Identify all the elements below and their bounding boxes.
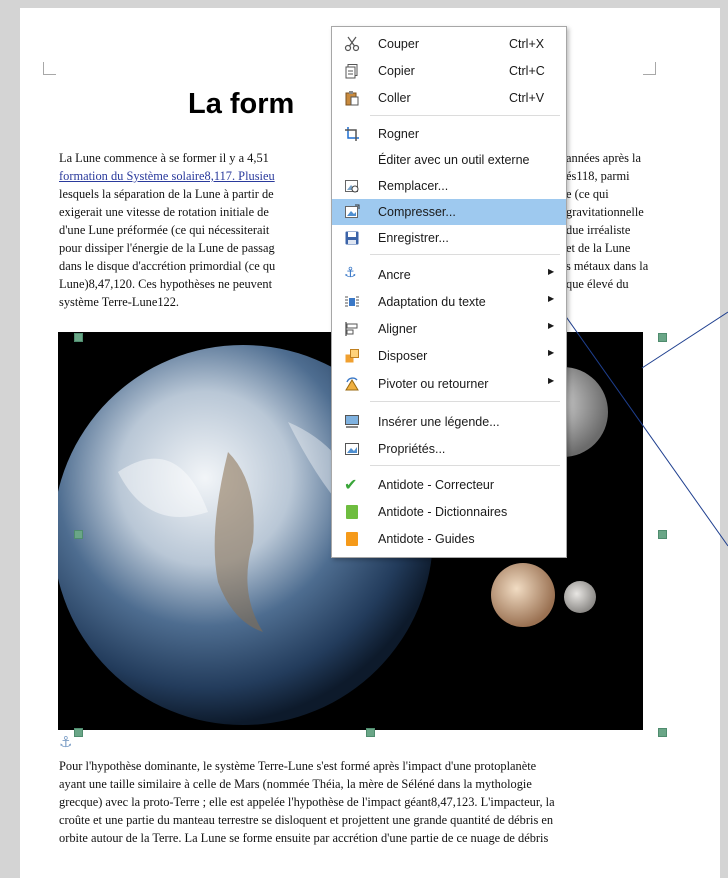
copy-icon	[344, 63, 360, 79]
submenu-arrow-icon: ▶	[548, 348, 555, 357]
arrange-icon	[344, 348, 360, 364]
context-menu: Couper Ctrl+X Copier Ctrl+C Coller Ctrl+…	[331, 26, 567, 558]
replace-image-icon	[344, 178, 360, 194]
menu-item-label: Compresser...	[378, 205, 456, 219]
paste-icon	[344, 90, 360, 106]
menu-item-rotate-flip[interactable]: Pivoter ou retourner ▶	[332, 371, 566, 397]
menu-item-properties[interactable]: Propriétés...	[332, 436, 566, 462]
menu-item-save[interactable]: Enregistrer...	[332, 225, 566, 251]
menu-item-label: Aligner	[378, 322, 417, 336]
menu-item-label: Couper	[378, 37, 419, 51]
menu-item-paste[interactable]: Coller Ctrl+V	[332, 85, 566, 111]
wrap-icon	[344, 294, 360, 310]
menu-item-edit-external[interactable]: Éditer avec un outil externe	[332, 147, 566, 173]
menu-item-cut[interactable]: Couper Ctrl+X	[332, 31, 566, 57]
menu-item-label: Éditer avec un outil externe	[378, 153, 530, 167]
menu-item-align[interactable]: Aligner ▶	[332, 316, 566, 342]
menu-item-label: Antidote - Dictionnaires	[378, 505, 508, 519]
menu-item-label: Enregistrer...	[378, 231, 449, 245]
menu-item-antidote-guides[interactable]: Antidote - Guides	[332, 526, 566, 552]
menu-item-shortcut: Ctrl+V	[509, 91, 545, 105]
submenu-arrow-icon: ▶	[548, 294, 555, 303]
save-icon	[344, 230, 360, 246]
menu-item-text-wrap[interactable]: Adaptation du texte ▶	[332, 289, 566, 315]
menu-item-label: Disposer	[378, 349, 428, 363]
text-line: croûte et une partie du manteau terrestr…	[59, 813, 554, 827]
menu-item-anchor[interactable]: ⚓ Ancre ▶	[332, 262, 566, 288]
menu-item-compress[interactable]: Compresser...	[332, 199, 566, 225]
menu-item-label: Antidote - Guides	[378, 532, 475, 546]
menu-separator	[370, 465, 560, 466]
rotate-icon	[344, 376, 360, 392]
menu-separator	[370, 254, 560, 255]
caption-icon	[344, 414, 360, 430]
crop-icon	[344, 126, 360, 142]
menu-item-copy[interactable]: Copier Ctrl+C	[332, 58, 566, 84]
paragraph-2: Pour l'hypothèse dominante, le système T…	[59, 757, 555, 847]
menu-item-shortcut: Ctrl+X	[509, 37, 545, 51]
text-line: orbite autour de la Terre. La Lune se fo…	[59, 831, 549, 845]
compress-icon	[344, 204, 360, 220]
menu-separator	[370, 401, 560, 402]
menu-item-label: Insérer une légende...	[378, 415, 500, 429]
menu-item-shortcut: Ctrl+C	[509, 64, 545, 78]
menu-item-label: Rogner	[378, 127, 419, 141]
menu-item-replace[interactable]: Remplacer...	[332, 173, 566, 199]
properties-icon	[344, 441, 360, 457]
text-line: Pour l'hypothèse dominante, le système T…	[59, 759, 537, 773]
menu-item-label: Antidote - Correcteur	[378, 478, 495, 492]
align-icon	[344, 321, 360, 337]
menu-item-label: Ancre	[378, 268, 411, 282]
submenu-arrow-icon: ▶	[548, 376, 555, 385]
menu-item-label: Adaptation du texte	[378, 295, 486, 309]
menu-item-antidote-correcteur[interactable]: ✔ Antidote - Correcteur	[332, 472, 566, 498]
menu-item-antidote-dictionnaires[interactable]: Antidote - Dictionnaires	[332, 499, 566, 525]
menu-item-label: Coller	[378, 91, 411, 105]
scissors-icon	[344, 36, 360, 52]
submenu-arrow-icon: ▶	[548, 267, 555, 276]
checkmark-icon: ✔	[344, 475, 358, 494]
menu-separator	[370, 115, 560, 116]
menu-item-label: Propriétés...	[378, 442, 446, 456]
menu-item-label: Copier	[378, 64, 415, 78]
menu-item-label: Pivoter ou retourner	[378, 377, 489, 391]
menu-item-insert-caption[interactable]: Insérer une légende...	[332, 409, 566, 435]
submenu-arrow-icon: ▶	[548, 321, 555, 330]
text-line: ayant une taille similaire à celle de Ma…	[59, 777, 532, 791]
anchor-icon: ⚓	[344, 265, 357, 281]
menu-item-arrange[interactable]: Disposer ▶	[332, 343, 566, 369]
text-line: grecque) avec la proto-Terre ; elle est …	[59, 795, 555, 809]
green-book-icon	[344, 504, 360, 520]
orange-book-icon	[344, 531, 360, 547]
menu-item-label: Remplacer...	[378, 179, 449, 193]
menu-item-crop[interactable]: Rogner	[332, 121, 566, 147]
